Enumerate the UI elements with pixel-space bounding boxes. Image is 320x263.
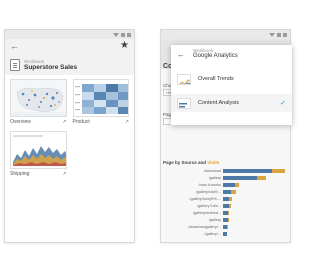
bar-row: /gallery (163, 217, 288, 223)
bar-row: /how-it-works (163, 182, 288, 188)
bar-segment-orange (272, 169, 285, 173)
popup-header: ← Workbook Google Analytics (171, 45, 292, 65)
sheet-label: Overview (10, 118, 31, 125)
bar-segment-orange (226, 225, 229, 229)
bar-segment-orange (228, 211, 230, 215)
heatmap-thumbnail-image (72, 79, 129, 117)
bar-row: /gallery/how(0%-... (163, 196, 288, 202)
bar-segment-blue (223, 176, 257, 180)
workbook-header: Workbook Superstore Sales (5, 53, 134, 75)
bar-segment-orange (229, 197, 233, 201)
sheet-thumbnail-icon (177, 97, 191, 109)
bar-label: /download (203, 169, 221, 173)
page-by-source-bar-chart: /download/gallery/how-it-works/gallery/v… (163, 168, 288, 242)
bar-segment-blue (223, 190, 231, 194)
sheet-thumbnails: Overview ↗ Product ↗ Shipping ↗ (5, 75, 134, 182)
bar-segment-blue (223, 169, 273, 173)
sheet-thumbnail-icon (177, 73, 191, 85)
sheet-option-label: Overall Trends (198, 76, 234, 82)
bar-label: /gallery (208, 176, 221, 180)
back-arrow-icon[interactable]: ← (177, 51, 185, 59)
back-arrow-icon[interactable]: ← (10, 41, 19, 51)
bar-label: /gallery/viz#!/... (195, 190, 221, 194)
share-icon[interactable]: ↗ (62, 119, 66, 125)
share-icon[interactable]: ↗ (125, 119, 129, 125)
app-bar: ← ★ (5, 39, 134, 53)
bar-segment-blue (223, 232, 227, 236)
status-bar (5, 30, 134, 39)
area-chart-thumbnail-image (10, 131, 67, 169)
bar-segment-orange (256, 176, 266, 180)
bar-label: /downloadgallery/... (188, 225, 221, 229)
battery-icon (283, 32, 287, 37)
battery-icon (127, 32, 131, 37)
bar-segment-blue (223, 183, 235, 187)
chart-title-prefix: Page by Source and (163, 160, 208, 165)
map-thumbnail-image (10, 79, 67, 117)
sheet-thumbnail-shipping[interactable]: Shipping ↗ (10, 131, 67, 178)
bar-label: /gallery/how(0%-... (189, 197, 221, 201)
bar-row: /download (163, 168, 288, 174)
bar-label: /gallery?utm... (197, 204, 221, 208)
chart-title: Page by Source and Visits (163, 160, 219, 165)
sheet-option-content-analysis[interactable]: Content Analysis ✓ (171, 94, 292, 112)
bar-segment-orange (230, 190, 236, 194)
bar-segment-orange (229, 204, 231, 208)
sheet-thumbnail-product[interactable]: Product ↗ (72, 79, 129, 126)
share-icon[interactable]: ↗ (62, 171, 66, 177)
bar-row: /gallery/viz#!/... (163, 189, 288, 195)
status-bar (161, 30, 290, 39)
bar-label: /gallery/embed... (192, 211, 221, 215)
sheet-label: Product (72, 118, 90, 125)
bar-label: /gallery (208, 218, 221, 222)
popup-workbook-title: Google Analytics (193, 53, 238, 59)
chart-title-accent: Visits (207, 160, 220, 165)
bar-row: /gallery/... (163, 231, 288, 237)
signal-icon (277, 32, 281, 37)
sheet-picker-popup: ← Workbook Google Analytics Overall Tren… (171, 45, 292, 125)
sheet-label: Shipping (10, 170, 30, 177)
checkmark-icon: ✓ (280, 100, 286, 107)
bar-label: /gallery/... (204, 232, 221, 236)
sheet-option-label: Content Analysis (198, 100, 239, 106)
bar-row: /gallery/embed... (163, 210, 288, 216)
workbook-icon (10, 58, 20, 71)
wifi-icon (113, 32, 119, 37)
phone-workbook-view: ← ★ Workbook Superstore Sales Overview ↗… (5, 30, 134, 242)
sheet-option-overall-trends[interactable]: Overall Trends (171, 70, 292, 88)
signal-icon (121, 32, 125, 37)
favorite-star-icon[interactable]: ★ (120, 41, 129, 51)
workbook-title: Superstore Sales (24, 63, 78, 71)
sheet-thumbnail-overview[interactable]: Overview ↗ (10, 79, 67, 126)
bar-segment-orange (234, 183, 239, 187)
bar-row: /gallery (163, 175, 288, 181)
bar-row: /downloadgallery/... (163, 224, 288, 230)
bar-label: /how-it-works (198, 183, 221, 187)
wifi-icon (269, 32, 275, 37)
bar-row: /gallery?utm... (163, 203, 288, 209)
bar-segment-orange (228, 218, 230, 222)
